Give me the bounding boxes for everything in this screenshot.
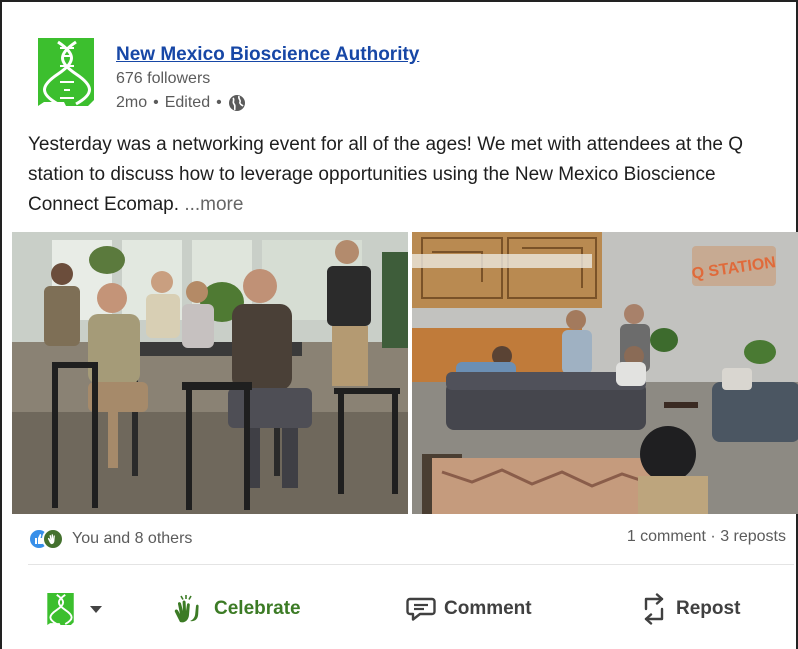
repost-icon	[644, 593, 664, 625]
engagement-counts: 1 comment · 3 reposts	[627, 528, 786, 546]
repost-label: Repost	[676, 598, 741, 619]
post-age: 2mo	[116, 94, 148, 111]
post-text: Yesterday was a networking event for all…	[28, 130, 778, 220]
see-more-button[interactable]: ...more	[184, 194, 243, 215]
comment-button[interactable]: Comment	[406, 582, 532, 636]
post-actions: Celebrate Comment Repost	[28, 582, 794, 636]
photo-left-image	[12, 232, 408, 514]
counts-separator: ·	[710, 528, 716, 545]
follower-count: 676 followers	[116, 70, 211, 87]
photo-q-station-lounge[interactable]: Q STATION	[412, 232, 798, 514]
edited-label: Edited	[164, 94, 211, 111]
comment-label: Comment	[444, 598, 532, 619]
photo-right-image: Q STATION	[412, 232, 798, 514]
organization-logo-icon[interactable]	[36, 36, 98, 108]
meta-separator: •	[216, 94, 222, 111]
post-header: New Mexico Bioscience Authority 676 foll…	[36, 36, 736, 116]
author-name-link[interactable]: New Mexico Bioscience Authority	[116, 44, 419, 66]
repost-count-link[interactable]: 3 reposts	[720, 528, 786, 545]
repost-button[interactable]: Repost	[640, 582, 740, 636]
reactions-label: You and 8 others	[72, 530, 193, 547]
chevron-down-icon	[90, 605, 102, 613]
comment-count-link[interactable]: 1 comment	[627, 528, 706, 545]
photo-grid: Q STATION	[12, 232, 798, 514]
celebrate-button[interactable]: Celebrate	[172, 582, 301, 636]
photo-networking-table[interactable]	[12, 232, 408, 514]
reactions-summary[interactable]: You and 8 others	[28, 528, 192, 550]
globe-icon	[228, 95, 245, 111]
post-meta: 2mo • Edited •	[116, 94, 246, 112]
meta-separator: •	[153, 94, 159, 111]
feed-post: New Mexico Bioscience Authority 676 foll…	[0, 0, 798, 649]
social-counts: You and 8 others 1 comment · 3 reposts	[28, 528, 794, 556]
celebrate-label: Celebrate	[214, 598, 301, 619]
actor-switcher-button[interactable]	[46, 582, 102, 636]
clap-icon	[42, 528, 64, 550]
organization-avatar-icon	[47, 592, 74, 626]
clap-icon	[174, 595, 199, 623]
comment-icon	[406, 597, 436, 621]
actions-divider	[28, 564, 794, 565]
post-body: Yesterday was a networking event for all…	[28, 134, 744, 215]
